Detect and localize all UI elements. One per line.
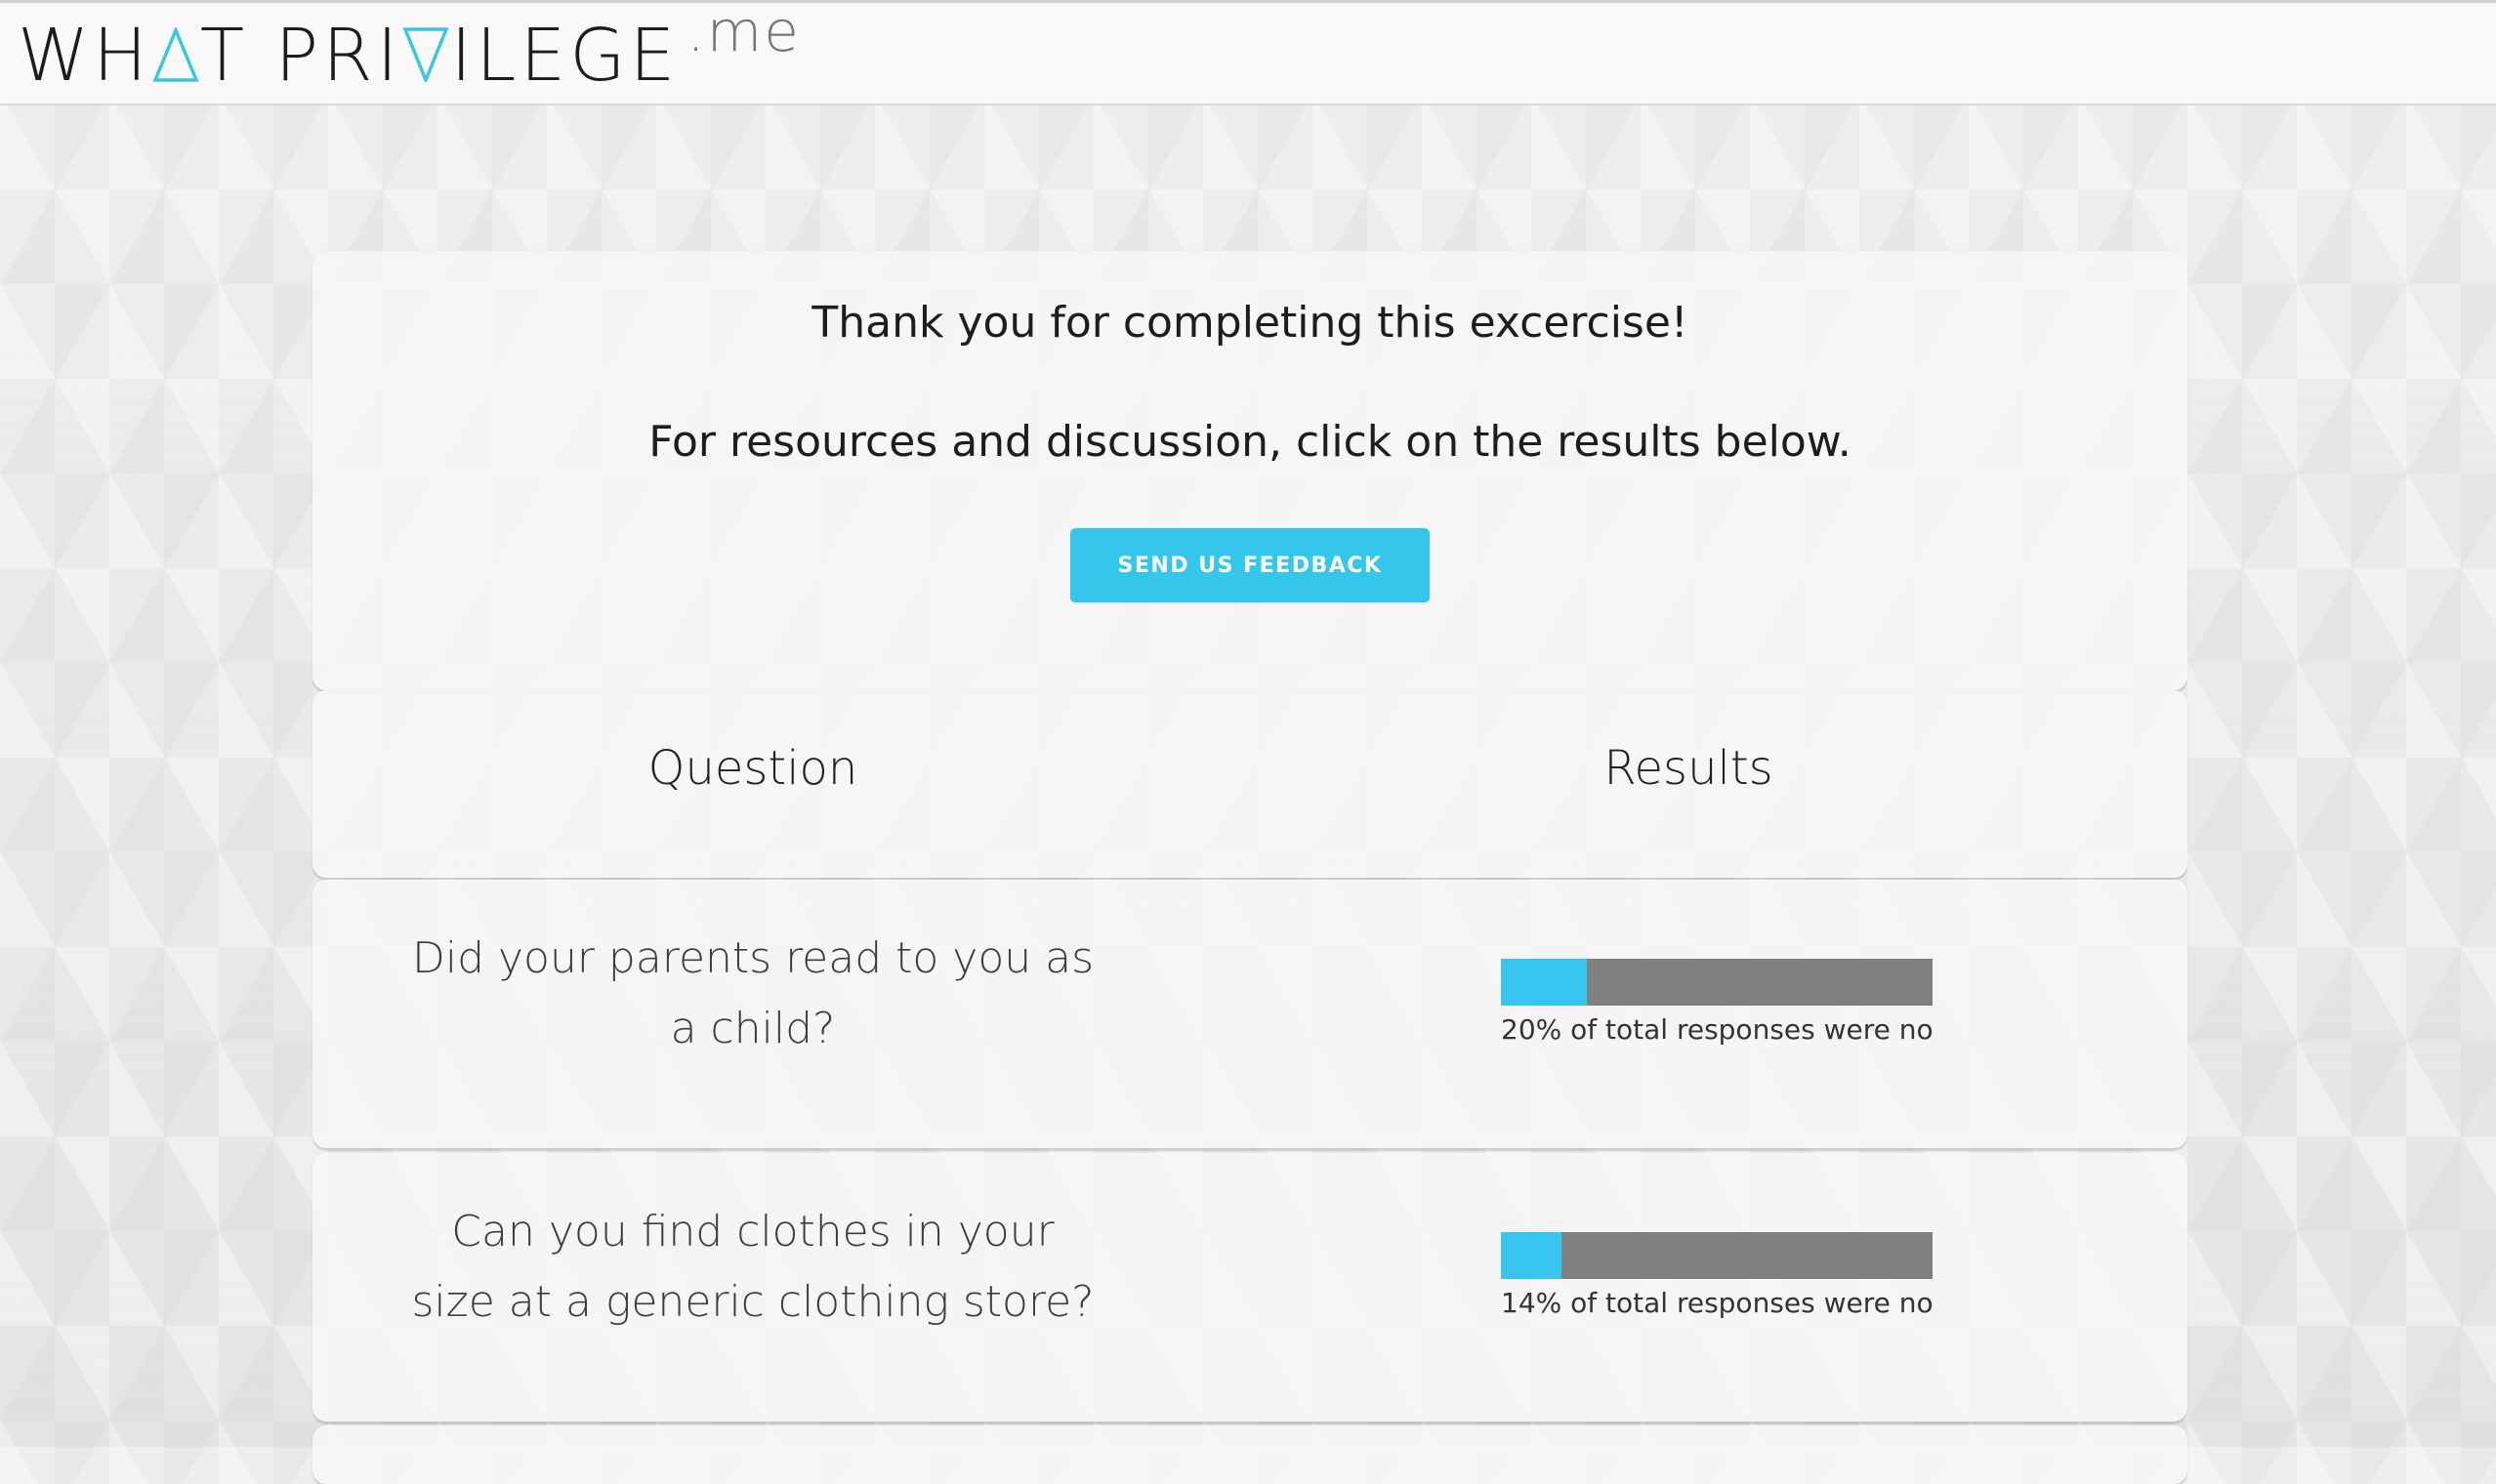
question-row: Can you find clothes in your size at a g… [312,1153,2187,1422]
result-bar-track [1501,1232,1933,1279]
site-logo[interactable]: WH T PRI ILEGE .me [18,0,801,103]
results-table-header: Question Results [312,690,2187,878]
logo-text-part-1: WH [18,14,151,98]
send-feedback-button[interactable]: SEND US FEEDBACK [1070,528,1430,602]
result-caption: 20% of total responses were no [1501,1013,1934,1046]
question-column-header: Question [647,741,858,796]
logo-down-triangle-icon [403,27,449,82]
results-column-header: Results [1603,741,1773,796]
question-row [312,1425,2187,1484]
thank-you-message: Thank you for completing this excercise! [811,298,1688,348]
question-text: Can you find clothes in your size at a g… [411,1207,1095,1327]
question-row: Did your parents read to you as a child?… [312,880,2187,1148]
result-bar-fill [1501,959,1588,1006]
intro-card: Thank you for completing this excercise!… [312,251,2187,690]
result-bar-track [1501,959,1933,1006]
logo-text-part-2: T PRI [199,14,402,98]
result-link[interactable]: 14% of total responses were no [1501,1232,1934,1319]
resources-message: For resources and discussion, click on t… [648,417,1851,467]
result-bar-fill [1501,1232,1561,1279]
logo-up-triangle-icon [152,27,198,82]
logo-suffix: .me [686,0,801,64]
question-text: Did your parents read to you as a child? [411,933,1095,1053]
result-caption: 14% of total responses were no [1501,1287,1934,1319]
result-link[interactable]: 20% of total responses were no [1501,959,1934,1046]
top-header: WH T PRI ILEGE .me [0,0,2496,105]
logo-text-part-3: ILEGE [450,14,680,98]
